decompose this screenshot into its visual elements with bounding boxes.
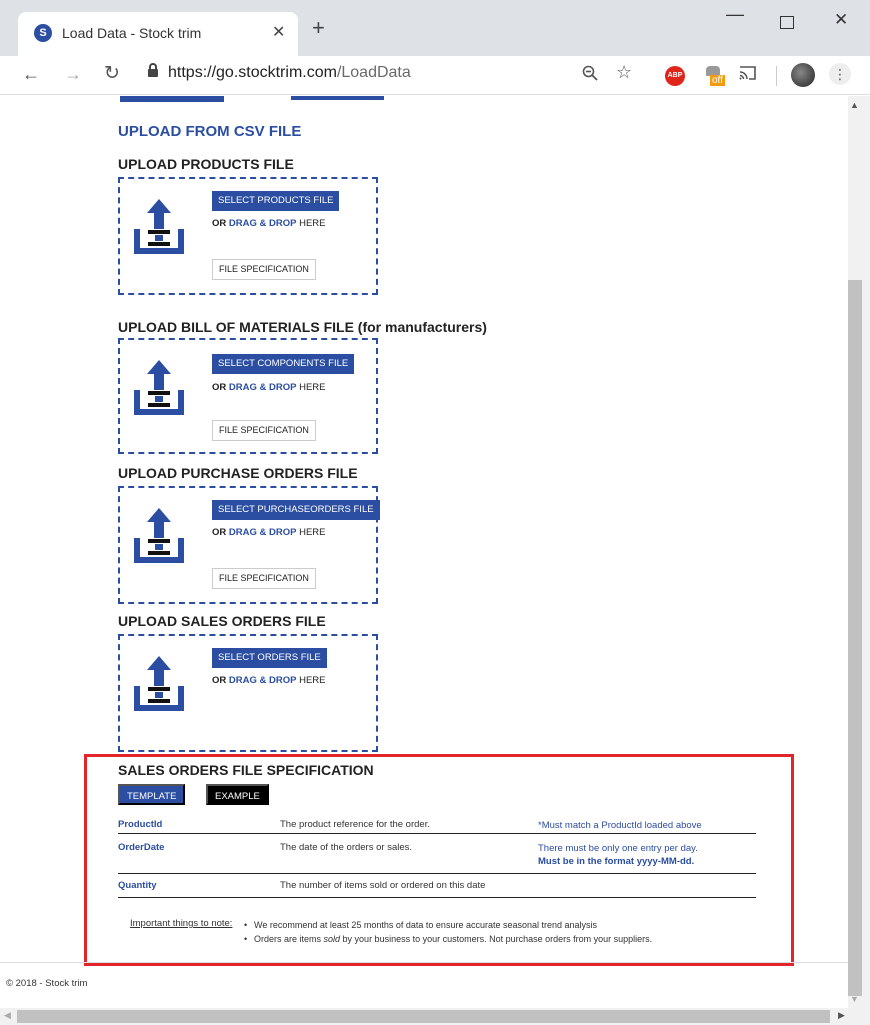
- spec-note-bold: Must be in the format yyyy-MM-dd.: [538, 856, 695, 867]
- drag-drop-hint: OR DRAG & DROP HERE: [212, 527, 326, 538]
- toolbar-separator: [776, 66, 777, 86]
- new-tab-icon[interactable]: +: [312, 17, 325, 39]
- footer-copyright: © 2018 - Stock trim: [6, 978, 88, 989]
- upload-icon: [134, 199, 184, 254]
- vertical-scroll-thumb[interactable]: [848, 280, 862, 996]
- url-host: https://go.stocktrim.com: [168, 64, 337, 81]
- spec-title: SALES ORDERS FILE SPECIFICATION: [118, 762, 374, 778]
- products-dropzone[interactable]: SELECT PRODUCTS FILE OR DRAG & DROP HERE…: [118, 177, 378, 295]
- scroll-up-icon[interactable]: ▲: [850, 100, 859, 110]
- drag-drop-hint: OR DRAG & DROP HERE: [212, 382, 326, 393]
- drag-drop-hint: OR DRAG & DROP HERE: [212, 675, 326, 686]
- address-bar[interactable]: https://go.stocktrim.com/LoadData: [168, 64, 411, 82]
- bom-dropzone[interactable]: SELECT COMPONENTS FILE OR DRAG & DROP HE…: [118, 338, 378, 454]
- important-list: We recommend at least 25 months of data …: [244, 918, 652, 946]
- zoom-icon[interactable]: [582, 65, 598, 86]
- here-text: HERE: [299, 382, 326, 393]
- drag-drop-hint: OR DRAG & DROP HERE: [212, 218, 326, 229]
- upload-sales-orders-title: UPLOAD SALES ORDERS FILE: [118, 613, 326, 629]
- spec-note-line: There must be only one entry per day.: [538, 843, 698, 854]
- footer-divider: [0, 962, 848, 963]
- important-item: Orders are items sold by your business t…: [244, 932, 652, 946]
- profile-avatar[interactable]: [791, 63, 815, 87]
- minimize-icon[interactable]: —: [726, 4, 744, 25]
- tab-close-icon[interactable]: ✕: [272, 22, 285, 42]
- tab-title: Load Data - Stock trim: [62, 25, 202, 41]
- partial-button-top-left[interactable]: [120, 96, 224, 102]
- url-path: /LoadData: [336, 64, 411, 81]
- or-text: OR: [212, 382, 227, 393]
- sales-orders-dropzone[interactable]: SELECT ORDERS FILE OR DRAG & DROP HERE: [118, 634, 378, 752]
- here-text: HERE: [299, 527, 326, 538]
- spec-note: There must be only one entry per day. Mu…: [538, 842, 698, 868]
- page-viewport: UPLOAD FROM CSV FILE UPLOAD PRODUCTS FIL…: [0, 96, 848, 1008]
- partial-button-top-right[interactable]: [291, 96, 384, 100]
- scroll-left-icon[interactable]: ◀: [4, 1010, 11, 1021]
- products-file-specification-button[interactable]: FILE SPECIFICATION: [212, 259, 316, 280]
- here-text: HERE: [299, 675, 326, 686]
- upload-icon: [134, 508, 184, 563]
- window-close-icon[interactable]: ✕: [834, 10, 848, 30]
- important-item: We recommend at least 25 months of data …: [244, 918, 652, 932]
- or-text: OR: [212, 218, 227, 229]
- select-components-file-button[interactable]: SELECT COMPONENTS FILE: [212, 354, 355, 374]
- stocktrim-favicon-icon: S: [34, 24, 52, 42]
- or-text: OR: [212, 675, 227, 686]
- upload-purchase-orders-title: UPLOAD PURCHASE ORDERS FILE: [118, 465, 358, 481]
- star-icon[interactable]: ☆: [616, 62, 632, 83]
- spec-row-orderdate: OrderDate The date of the orders or sale…: [118, 834, 756, 874]
- bom-file-specification-button[interactable]: FILE SPECIFICATION: [212, 420, 316, 441]
- extension-icon[interactable]: off: [704, 64, 726, 86]
- template-button[interactable]: TEMPLATE: [118, 784, 186, 805]
- browser-titlebar: S Load Data - Stock trim ✕ + — ✕: [0, 0, 870, 56]
- adblock-icon[interactable]: ABP: [665, 66, 685, 86]
- spec-row-quantity: Quantity The number of items sold or ord…: [118, 874, 756, 898]
- upload-products-title: UPLOAD PRODUCTS FILE: [118, 156, 294, 172]
- drag-drop-text: DRAG & DROP: [228, 218, 297, 229]
- vertical-scrollbar[interactable]: ▲ ▼: [848, 96, 870, 1008]
- spec-row-productid: ProductId The product reference for the …: [118, 816, 756, 834]
- cast-icon[interactable]: [738, 64, 758, 87]
- purchase-orders-file-specification-button[interactable]: FILE SPECIFICATION: [212, 568, 316, 589]
- spec-field: Quantity: [118, 880, 157, 891]
- spec-desc: The product reference for the order.: [280, 819, 430, 830]
- browser-toolbar: ← → ↻ https://go.stocktrim.com/LoadData …: [0, 56, 870, 95]
- scroll-down-icon[interactable]: ▼: [850, 994, 859, 1004]
- upload-icon: [134, 360, 184, 415]
- forward-icon[interactable]: →: [64, 64, 82, 85]
- lock-icon[interactable]: [148, 63, 158, 77]
- purchase-orders-dropzone[interactable]: SELECT PURCHASEORDERS FILE OR DRAG & DRO…: [118, 486, 380, 604]
- drag-drop-text: DRAG & DROP: [228, 527, 297, 538]
- spec-desc: The date of the orders or sales.: [280, 842, 413, 853]
- extension-off-badge: off: [710, 75, 725, 86]
- menu-icon[interactable]: ⋮: [829, 63, 851, 85]
- horizontal-scrollbar[interactable]: ◀ ▶: [0, 1008, 870, 1025]
- reload-icon[interactable]: ↻: [104, 62, 120, 85]
- select-products-file-button[interactable]: SELECT PRODUCTS FILE: [212, 191, 340, 211]
- here-text: HERE: [299, 218, 326, 229]
- select-orders-file-button[interactable]: SELECT ORDERS FILE: [212, 648, 327, 668]
- drag-drop-text: DRAG & DROP: [228, 675, 297, 686]
- drag-drop-text: DRAG & DROP: [228, 382, 297, 393]
- maximize-icon[interactable]: [780, 16, 794, 29]
- spec-field: ProductId: [118, 819, 163, 830]
- select-purchaseorders-file-button[interactable]: SELECT PURCHASEORDERS FILE: [212, 500, 380, 520]
- or-text: OR: [212, 527, 227, 538]
- horizontal-scroll-thumb[interactable]: [17, 1010, 830, 1023]
- browser-tab[interactable]: S Load Data - Stock trim ✕: [18, 12, 298, 56]
- scroll-right-icon[interactable]: ▶: [838, 1010, 845, 1021]
- upload-bom-title: UPLOAD BILL OF MATERIALS FILE (for manuf…: [118, 319, 487, 335]
- upload-icon: [134, 656, 184, 711]
- spec-desc: The number of items sold or ordered on t…: [280, 880, 486, 891]
- section-title: UPLOAD FROM CSV FILE: [118, 123, 302, 140]
- example-button[interactable]: EXAMPLE: [206, 784, 269, 805]
- back-icon[interactable]: ←: [22, 64, 40, 85]
- spec-field: OrderDate: [118, 842, 165, 853]
- important-label: Important things to note:: [130, 918, 233, 929]
- spec-note: *Must match a ProductId loaded above: [538, 820, 702, 831]
